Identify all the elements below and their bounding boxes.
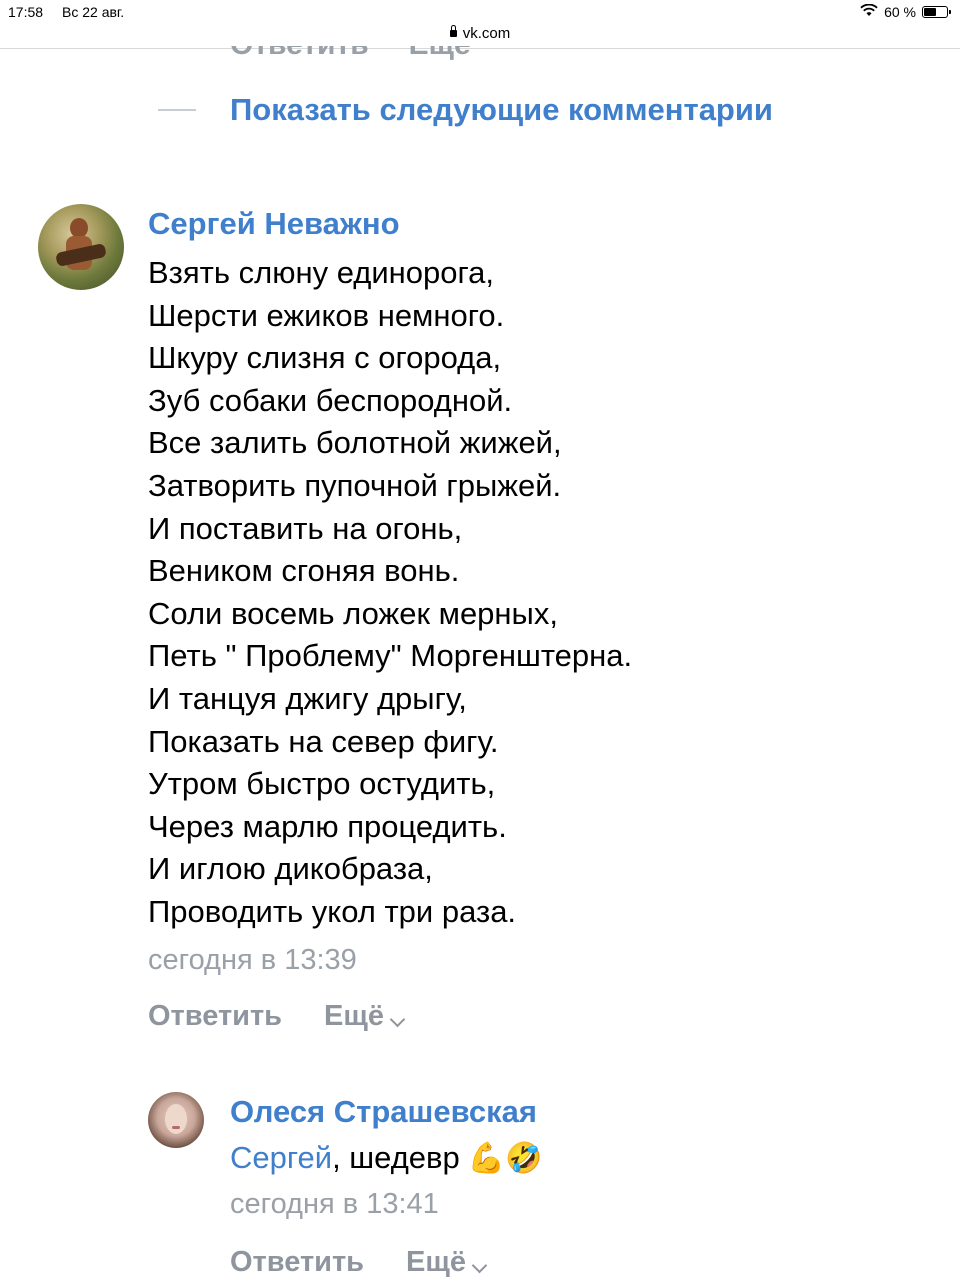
- more-label: Ещё: [406, 1246, 466, 1278]
- comment-author[interactable]: Сергей Неважно: [148, 206, 400, 242]
- comment-line: Затворить пупочной грыжей.: [148, 467, 562, 503]
- avatar[interactable]: [148, 1092, 204, 1148]
- comment-line: Взять слюну единорога,: [148, 255, 494, 290]
- more-label: Ещё: [324, 1000, 384, 1032]
- comment-actions: Ответить Ещё: [148, 1000, 406, 1033]
- status-date: Вс 22 авг.: [62, 4, 125, 20]
- chevron-down-icon: [389, 1011, 406, 1028]
- emoji: 💪🤣: [467, 1140, 543, 1176]
- comment-line: Показать на север фигу.: [148, 723, 499, 759]
- show-more-label[interactable]: Показать следующие комментарии: [230, 92, 773, 128]
- reply-button[interactable]: Ответить: [230, 1246, 364, 1279]
- comment-line: И поставить на огонь,: [148, 510, 463, 546]
- url-bar[interactable]: vk.com: [0, 22, 960, 46]
- avatar[interactable]: [38, 204, 124, 290]
- comment-line: Через марлю процедить.: [148, 808, 507, 844]
- show-more-comments[interactable]: Показать следующие комментарии: [158, 92, 773, 128]
- url-text: vk.com: [462, 25, 511, 42]
- status-right: 60 %: [860, 0, 951, 24]
- reply-body: , шедевр: [332, 1140, 460, 1175]
- comment-line: Все залить болотной жижей,: [148, 425, 562, 461]
- reply-button[interactable]: Ответить: [148, 1000, 282, 1033]
- comment-line: И танцуя джигу дрыгу,: [148, 680, 467, 716]
- comment-line: Шерсти ежиков немного.: [148, 297, 505, 333]
- comment-line: Соли восемь ложек мерных,: [148, 595, 558, 631]
- comment-line: Проводить укол три раза.: [148, 893, 517, 929]
- more-button[interactable]: Ещё: [406, 1246, 488, 1279]
- reply-actions: Ответить Ещё: [230, 1246, 488, 1279]
- battery-icon: [922, 6, 951, 18]
- comment-line: И иглою дикобраза,: [148, 851, 433, 887]
- battery-percent: 60 %: [884, 4, 916, 20]
- status-bar: 17:58 Вс 22 авг. 60 %: [0, 0, 960, 24]
- reply-text: Сергей, шедевр 💪🤣: [230, 1140, 542, 1176]
- comment-line: Петь " Проблему" Моргенштерна.: [148, 638, 633, 674]
- more-button[interactable]: Ещё: [324, 1000, 406, 1033]
- comment-timestamp[interactable]: сегодня в 13:39: [148, 944, 357, 977]
- comment-line: Шкуру слизня с огорода,: [148, 340, 502, 376]
- lock-icon: [449, 25, 457, 37]
- show-more-line: [158, 109, 196, 111]
- comment-line: Веником сгоняя вонь.: [148, 553, 460, 589]
- comment-line: Утром быстро остудить,: [148, 766, 496, 802]
- comment-text: Взять слюну единорога, Шерсти ежиков нем…: [148, 252, 632, 934]
- comment-line: Зуб собаки беспородной.: [148, 382, 513, 418]
- wifi-icon: [860, 0, 878, 24]
- chevron-down-icon: [471, 1257, 488, 1274]
- status-time: 17:58: [8, 4, 44, 20]
- reply-author[interactable]: Олеся Страшевская: [230, 1094, 537, 1130]
- mention-link[interactable]: Сергей: [230, 1140, 332, 1176]
- reply-timestamp[interactable]: сегодня в 13:41: [230, 1188, 439, 1221]
